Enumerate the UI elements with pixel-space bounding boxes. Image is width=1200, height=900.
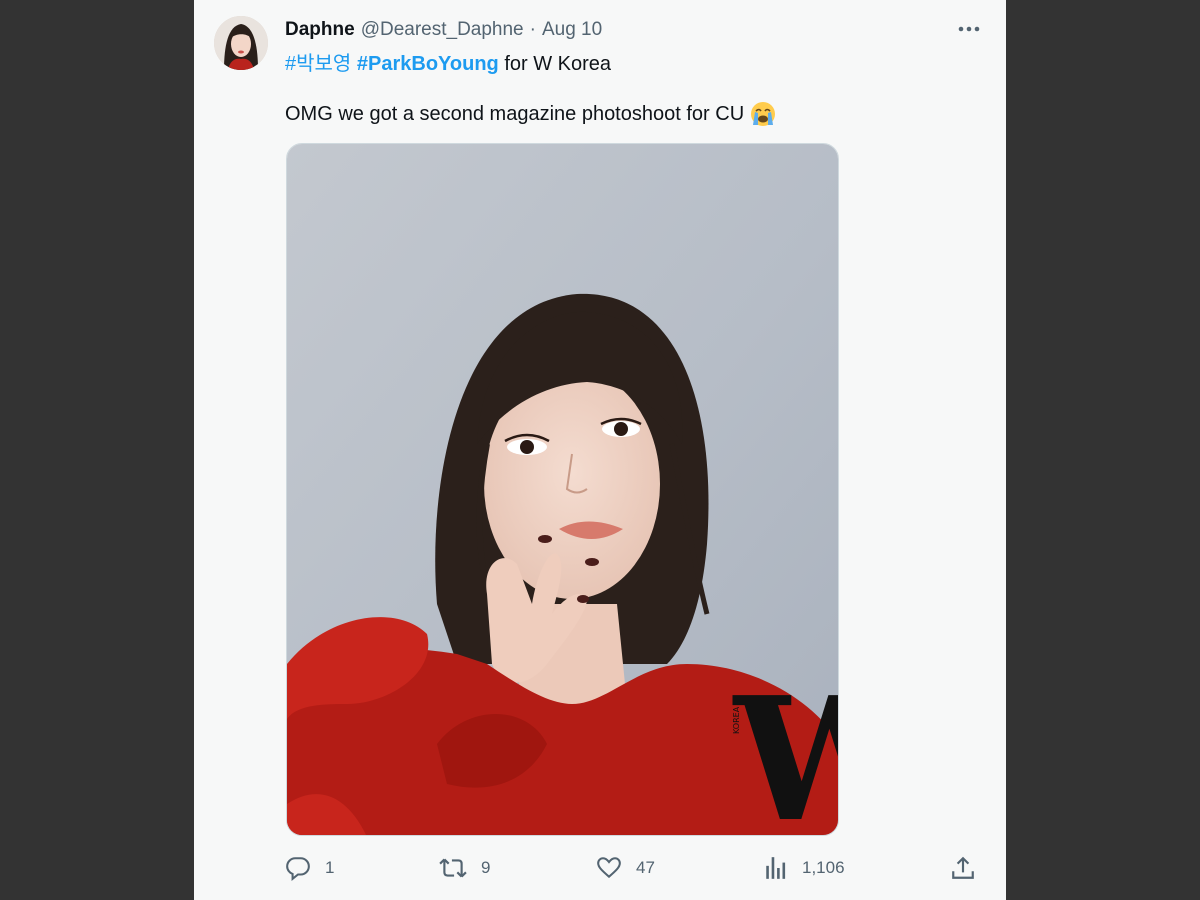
user-handle[interactable]: @Dearest_Daphne bbox=[361, 19, 524, 41]
tweet-text-suffix: for W Korea bbox=[498, 53, 612, 75]
tweet-media-photo[interactable]: W KOREA bbox=[286, 143, 839, 836]
separator-dot: · bbox=[529, 19, 536, 40]
tweet-date[interactable]: Aug 10 bbox=[542, 19, 602, 41]
tweet-text-line-2: OMG we got a second magazine photoshoot … bbox=[285, 101, 776, 127]
share-icon bbox=[952, 856, 974, 879]
views-count: 1,106 bbox=[802, 858, 845, 877]
share-button[interactable] bbox=[951, 852, 975, 884]
views-button[interactable]: 1,106 bbox=[764, 852, 845, 884]
tweet-header: Daphne @Dearest_Daphne · Aug 10 bbox=[285, 18, 602, 42]
retweet-button[interactable]: 9 bbox=[439, 852, 490, 884]
avatar[interactable] bbox=[214, 16, 268, 70]
korea-logo-text: KOREA bbox=[732, 706, 741, 734]
like-count: 47 bbox=[636, 858, 655, 877]
hashtag-parkboyoung-link[interactable]: #ParkBoYoung bbox=[357, 53, 499, 75]
w-korea-logo: W KOREA bbox=[732, 660, 839, 836]
views-chart-icon bbox=[766, 857, 786, 879]
magazine-photo-image: W KOREA bbox=[287, 144, 839, 836]
display-name[interactable]: Daphne bbox=[285, 19, 355, 41]
reply-icon bbox=[286, 857, 310, 881]
avatar-image bbox=[214, 16, 268, 70]
like-button[interactable]: 47 bbox=[596, 852, 655, 884]
tweet-text-body: OMG we got a second magazine photoshoot … bbox=[285, 102, 745, 125]
retweet-count: 9 bbox=[481, 858, 491, 877]
tweet-text-line-1: #박보영 #ParkBoYoung for W Korea bbox=[285, 47, 611, 76]
retweet-icon bbox=[439, 858, 467, 878]
more-dots-icon bbox=[958, 26, 980, 32]
w-logo-letter: W bbox=[732, 660, 839, 836]
reply-button[interactable]: 1 bbox=[285, 852, 334, 884]
loudly-crying-face-icon bbox=[750, 101, 776, 127]
tweet-actions-bar: 1 9 47 1,106 bbox=[285, 852, 985, 884]
heart-icon bbox=[597, 857, 621, 879]
hashtag-korean-link[interactable]: #박보영 bbox=[285, 53, 351, 75]
reply-count: 1 bbox=[325, 858, 335, 877]
more-options-button[interactable] bbox=[956, 18, 982, 40]
